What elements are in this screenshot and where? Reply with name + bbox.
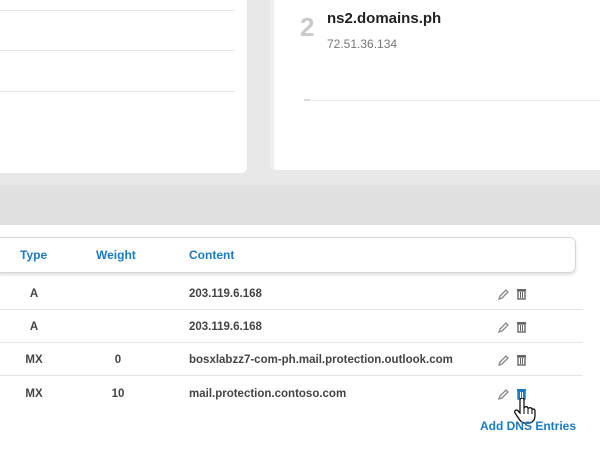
row-2-type: A xyxy=(29,321,39,333)
row-4-content: mail.protection.contoso.com xyxy=(189,388,347,400)
edit-icon[interactable] xyxy=(497,321,510,334)
edit-icon[interactable] xyxy=(497,388,510,401)
row-3-type: MX xyxy=(25,354,43,366)
row-2-content: 203.119.6.168 xyxy=(189,321,262,333)
column-header-weight[interactable]: Weight xyxy=(96,248,136,262)
dns-records-panel: Type Weight Content A 203.119.6.168 A 20… xyxy=(0,225,600,450)
row-3-content: bosxlabzz7-com-ph.mail.protection.outloo… xyxy=(189,354,453,366)
nameserver-card-2: 2 ns2.domains.ph 72.51.36.134 xyxy=(270,0,600,170)
card-divider-mark xyxy=(304,99,310,101)
column-header-content[interactable]: Content xyxy=(189,248,234,262)
column-header-type[interactable]: Type xyxy=(20,248,47,262)
row-4-weight: 10 xyxy=(111,388,125,400)
row-3-weight: 0 xyxy=(114,354,122,366)
nameserver-ip: 72.51.36.134 xyxy=(327,37,398,51)
nameserver-card-1 xyxy=(0,0,247,173)
row-divider xyxy=(0,375,583,376)
edit-icon[interactable] xyxy=(497,288,510,301)
card-divider xyxy=(304,100,600,101)
card-divider xyxy=(0,10,235,11)
section-header-strip xyxy=(0,185,600,225)
nameserver-number: 2 xyxy=(300,12,315,42)
table-header xyxy=(0,237,576,273)
top-area: 2 ns2.domains.ph 72.51.36.134 xyxy=(0,0,600,185)
edit-icon[interactable] xyxy=(497,354,510,367)
row-1-content: 203.119.6.168 xyxy=(189,288,262,300)
delete-icon[interactable] xyxy=(515,353,528,366)
row-divider xyxy=(0,342,583,343)
delete-icon[interactable] xyxy=(515,320,528,333)
card-divider xyxy=(0,50,235,51)
row-divider xyxy=(0,309,583,310)
card-divider xyxy=(0,91,235,92)
row-1-type: A xyxy=(29,288,39,300)
add-dns-entries-link[interactable]: Add DNS Entries xyxy=(480,419,576,433)
delete-icon[interactable] xyxy=(515,287,528,300)
nameserver-name: ns2.domains.ph xyxy=(327,10,442,27)
row-4-type: MX xyxy=(25,388,43,400)
